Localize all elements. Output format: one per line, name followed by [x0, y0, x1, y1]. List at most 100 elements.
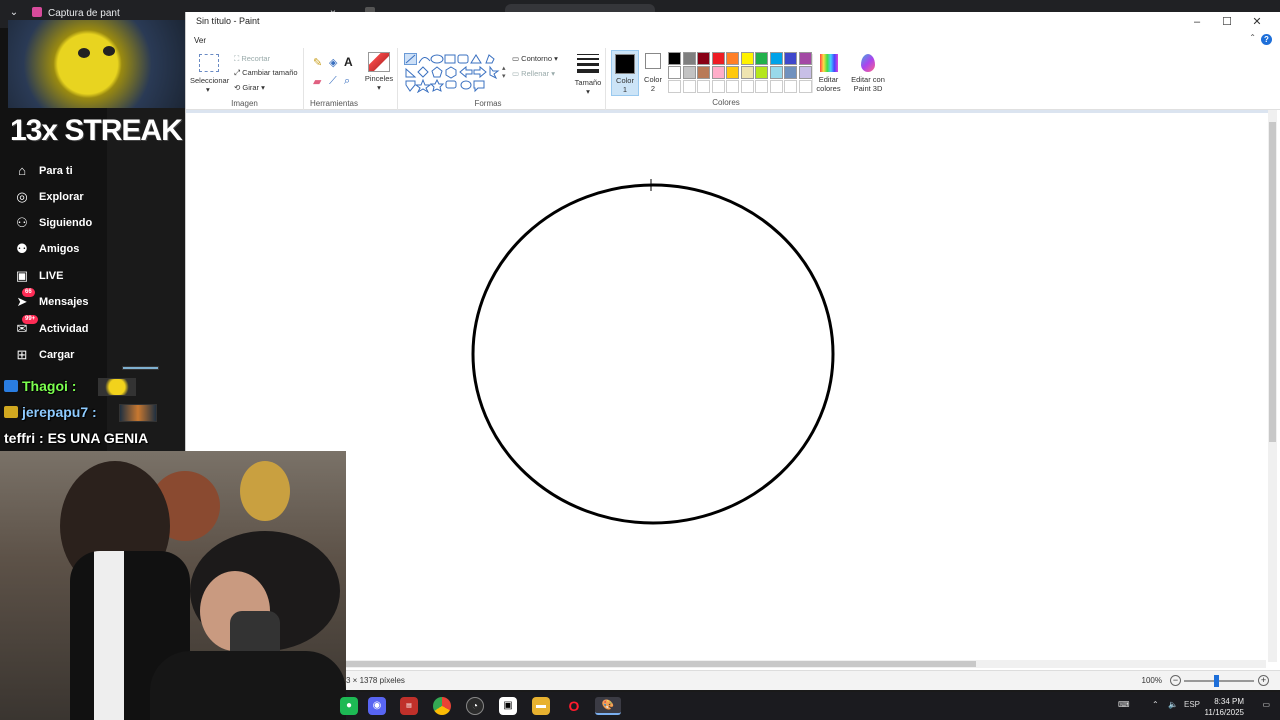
eraser-icon[interactable]: ▰ [313, 75, 321, 88]
close-button[interactable]: ✕ [1242, 14, 1272, 30]
capcut-icon[interactable]: ▣ [499, 697, 517, 715]
crosshair-cursor-icon [645, 179, 657, 191]
palette-swatch[interactable] [697, 66, 710, 79]
nav-item-amigos[interactable]: ⚉ Amigos [14, 241, 107, 259]
horizontal-scrollbar[interactable] [346, 660, 1266, 668]
palette-swatch[interactable] [711, 66, 725, 79]
horizontal-scroll-thumb[interactable] [346, 661, 976, 667]
vertical-scroll-thumb[interactable] [1269, 122, 1276, 442]
discord-icon[interactable]: ◉ [368, 697, 386, 715]
group-label-herramientas: Herramientas [309, 99, 358, 108]
palette-swatch[interactable] [726, 52, 739, 65]
zoom-slider[interactable] [1184, 675, 1254, 687]
volume-icon[interactable]: 🔈 [1168, 700, 1178, 709]
menu-ver[interactable]: Ver [194, 36, 206, 45]
palette-swatch[interactable] [682, 66, 696, 79]
maximize-button[interactable]: ☐ [1212, 14, 1242, 30]
palette-swatch[interactable] [682, 52, 696, 65]
minimize-button[interactable]: – [1182, 14, 1212, 30]
vertical-scrollbar[interactable] [1268, 110, 1277, 662]
color-picker-icon[interactable]: ⟋ [329, 75, 337, 88]
file-explorer-icon[interactable]: ▬ [532, 697, 550, 715]
chat-message: jerepapu7 : [4, 404, 97, 424]
zoom-slider-knob[interactable] [1214, 675, 1219, 687]
color2-button[interactable]: Color 2 [640, 53, 666, 93]
chat-message: Thagoi : [4, 378, 76, 398]
palette-swatch[interactable] [755, 52, 768, 65]
palette-swatch[interactable] [769, 52, 783, 65]
palette-swatch[interactable] [740, 66, 754, 79]
opera-icon[interactable]: O [565, 697, 583, 715]
select-button[interactable]: Seleccionar [190, 76, 229, 85]
palette-swatch[interactable] [711, 80, 725, 93]
palette-swatch[interactable] [740, 52, 754, 65]
fill-button[interactable]: ▭ Rellenar ▾ [512, 69, 555, 78]
pencil-icon[interactable]: ✎ [313, 56, 322, 69]
color1-button[interactable]: Color 1 [611, 50, 639, 96]
palette-swatch[interactable] [784, 66, 797, 79]
palette-swatch[interactable] [740, 80, 754, 93]
edit-paint3d-button[interactable]: Editar con Paint 3D [846, 54, 890, 93]
nav-item-para-ti[interactable]: ⌂ Para ti [14, 163, 107, 181]
nav-item-siguiendo[interactable]: ⚇ Siguiendo [14, 215, 107, 233]
tab-favicon-icon [32, 7, 42, 17]
shapes-scroll-icon[interactable]: ▴ ▾ [502, 64, 506, 80]
palette-swatch[interactable] [668, 66, 681, 79]
palette-swatch[interactable] [798, 52, 812, 65]
palette-swatch[interactable] [668, 80, 681, 93]
obs-icon[interactable]: ◔ [466, 697, 484, 715]
zoom-out-button[interactable]: − [1170, 675, 1181, 686]
clock[interactable]: 8:34 PM 11/16/2025 [1205, 696, 1244, 718]
zoom-in-button[interactable]: + [1258, 675, 1269, 686]
notifications-icon[interactable]: ▭ [1262, 700, 1270, 709]
nav-item-mensajes[interactable]: ➤ 66 Mensajes [14, 288, 107, 312]
palette-swatch[interactable] [726, 80, 739, 93]
rotate-button[interactable]: ⟲ Girar ▾ [234, 83, 265, 92]
chrome-icon[interactable] [433, 697, 451, 715]
fill-icon[interactable]: ◈ [329, 56, 337, 69]
nav-item-explorar[interactable]: ◎ Explorar [14, 189, 107, 207]
group-label-formas: Formas [474, 99, 502, 108]
spotify-icon[interactable]: ● [340, 697, 358, 715]
nav-item-actividad[interactable]: ✉ 99+ Actividad [14, 315, 107, 339]
palette-swatch[interactable] [697, 52, 710, 65]
outline-button[interactable]: ▭ Contorno ▾ [512, 54, 558, 63]
palette-swatch[interactable] [755, 66, 768, 79]
brushes-button[interactable]: Pinceles ▾ [364, 52, 394, 92]
edit-colors-button[interactable]: Editar colores [812, 54, 844, 93]
show-hidden-icons-icon[interactable]: ⌃ [1152, 700, 1159, 709]
shapes-gallery[interactable] [404, 53, 504, 93]
palette-swatch[interactable] [798, 80, 812, 93]
crop-button[interactable]: ⛶ Recortar [234, 54, 270, 64]
text-icon[interactable]: A [344, 55, 353, 69]
magnifier-icon[interactable]: ⌕ [344, 75, 350, 88]
nav-item-live[interactable]: ▣ LIVE [14, 268, 107, 286]
paint-taskbar-icon[interactable]: 🎨 [595, 697, 621, 715]
palette-swatch[interactable] [769, 80, 783, 93]
palette-swatch[interactable] [682, 80, 696, 93]
palette-swatch[interactable] [711, 52, 725, 65]
keyboard-tray-icon[interactable]: ⌨ [1118, 700, 1130, 709]
palette-swatch[interactable] [726, 66, 739, 79]
palette-swatch[interactable] [697, 80, 710, 93]
select-dropdown-icon[interactable]: ▾ [206, 85, 210, 94]
nav-item-cargar[interactable]: ⊞ Cargar [14, 347, 107, 365]
palette-swatch[interactable] [769, 66, 783, 79]
gameplay-overlay-image [8, 20, 185, 108]
obs-app-icon[interactable]: ▤ [400, 697, 418, 715]
palette-swatch[interactable] [784, 52, 797, 65]
tab-list-chevron-icon[interactable]: ⌄ [7, 6, 21, 20]
resize-button[interactable]: ⤢ Cambiar tamaño [234, 68, 298, 78]
palette-swatch[interactable] [784, 80, 797, 93]
palette-swatch[interactable] [798, 66, 812, 79]
webcam-figure [240, 461, 290, 521]
palette-swatch[interactable] [755, 80, 768, 93]
language-indicator[interactable]: ESP [1184, 700, 1200, 709]
select-icon[interactable] [199, 54, 219, 72]
palette-swatch[interactable] [668, 52, 681, 65]
menu-bar: Ver ⌃ ? [186, 32, 1280, 48]
drawing-canvas[interactable] [186, 110, 1272, 662]
size-button[interactable]: Tamaño ▾ [569, 54, 607, 96]
help-icon[interactable]: ? [1261, 34, 1272, 45]
collapse-ribbon-icon[interactable]: ⌃ [1249, 33, 1256, 42]
